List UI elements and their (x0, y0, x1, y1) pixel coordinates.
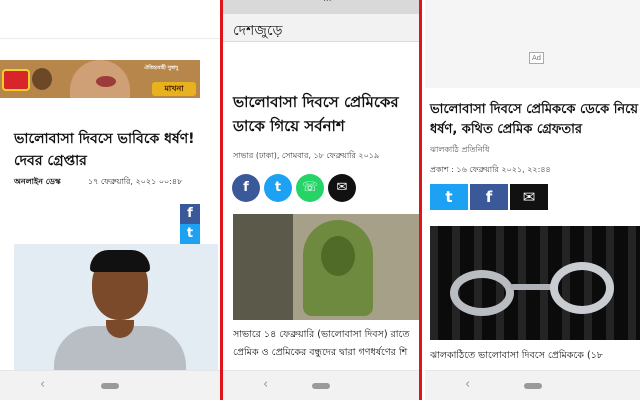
red-divider (419, 0, 422, 400)
facebook-share-icon[interactable]: f (180, 204, 200, 224)
photo-background (233, 214, 293, 320)
top-bar-text: ... (323, 0, 332, 4)
back-icon[interactable]: ‹ (40, 377, 45, 392)
share-bar: t f ✉ (430, 184, 550, 210)
emblem-icon (32, 68, 52, 90)
back-icon[interactable]: ‹ (263, 377, 268, 392)
article-photo (233, 214, 419, 320)
article-photo (14, 244, 218, 370)
home-pill-icon[interactable] (523, 383, 542, 389)
photo-hair (90, 250, 150, 272)
advertisement-slot[interactable]: Ad (425, 0, 640, 88)
top-bar: ... (223, 0, 419, 14)
article-photo (430, 226, 640, 340)
ad-badge: Ad (529, 52, 545, 64)
article-headline[interactable]: ভালোবাসা দিবসে ভাবিকে ধর্ষণ! দেবর গ্রেপ্… (14, 128, 218, 172)
advertisement-banner[interactable]: ঐতিহ্যবাহী সুস্বাদু মাখনা (0, 60, 200, 98)
android-nav-bar: ‹ (425, 370, 640, 400)
brand-logo-icon (2, 69, 30, 91)
article-body-line: সাভারে ১৪ ফেব্রুয়ারি (ভালোবাসা দিবস) রা… (233, 329, 410, 340)
home-pill-icon[interactable] (101, 383, 119, 389)
email-share-icon[interactable]: ✉ (328, 174, 356, 202)
share-bar: f t ☏ ✉ (232, 174, 360, 202)
article-source: ঝালকাঠি প্রতিনিধি (430, 145, 490, 154)
share-bar: ft (180, 204, 220, 244)
back-icon[interactable]: ‹ (465, 377, 470, 392)
handcuff-chain (510, 284, 554, 290)
handcuff-icon (450, 270, 514, 316)
news-panel-left: ঐতিহ্যবাহী সুস্বাদু মাখনা ভালোবাসা দিবসে… (0, 0, 220, 400)
twitter-share-icon[interactable]: t (430, 184, 468, 210)
section-title[interactable]: দেশজুড়ে (233, 19, 282, 43)
header-divider (0, 38, 220, 39)
whatsapp-share-icon[interactable]: ☏ (296, 174, 324, 202)
home-pill-icon[interactable] (312, 383, 330, 389)
photo-figure-shadow (321, 236, 355, 276)
news-panel-middle: ... দেশজুড়ে ভালোবাসা দিবসে প্রেমিকের ডা… (223, 0, 419, 400)
article-dateline: সাভার (ঢাকা), সোমবার, ১৮ ফেব্রুয়ারি ২০১… (233, 151, 380, 160)
article-date: ১৭ ফেব্রুয়ারি, ২০২১ ০০:৪৮ (88, 177, 183, 186)
article-headline[interactable]: ভালোবাসা দিবসে প্রেমিকের ডাকে গিয়ে সর্ব… (233, 90, 417, 138)
article-body: সাভারে ১৪ ফেব্রুয়ারি (ভালোবাসা দিবস) রা… (233, 326, 419, 362)
facebook-share-icon[interactable]: f (470, 184, 508, 210)
news-panel-right: Ad ভালোবাসা দিবসে প্রেমিককে ডেকে নিয়ে ধ… (425, 0, 640, 400)
article-body-line: প্রেমিক ও প্রেমিকের বন্ধুদের দ্বারা গণধর… (233, 347, 408, 358)
article-byline: অনলাইন ডেস্ক (14, 177, 61, 186)
email-share-icon[interactable]: ✉ (510, 184, 548, 210)
section-header: দেশজুড়ে (223, 14, 419, 42)
twitter-share-icon[interactable]: t (264, 174, 292, 202)
ad-small-text: ঐতিহ্যবাহী সুস্বাদু (144, 65, 178, 71)
ad-image-lips (96, 76, 116, 87)
article-headline[interactable]: ভালোবাসা দিবসে প্রেমিককে ডেকে নিয়ে ধর্ষ… (430, 100, 640, 140)
android-nav-bar: ‹ (223, 370, 419, 400)
facebook-share-icon[interactable]: f (232, 174, 260, 202)
android-nav-bar: ‹ (0, 370, 220, 400)
ad-brand-label: মাখনা (152, 82, 196, 96)
article-pubdate: প্রকাশ : ১৬ ফেব্রুয়ারি ২০২১, ২২:৪৪ (430, 165, 551, 174)
article-body: ঝালকাঠিতে ভালোবাসা দিবসে প্রেমিককে (১৮ (430, 350, 603, 361)
twitter-share-icon[interactable]: t (180, 224, 200, 244)
handcuff-icon (550, 262, 614, 314)
